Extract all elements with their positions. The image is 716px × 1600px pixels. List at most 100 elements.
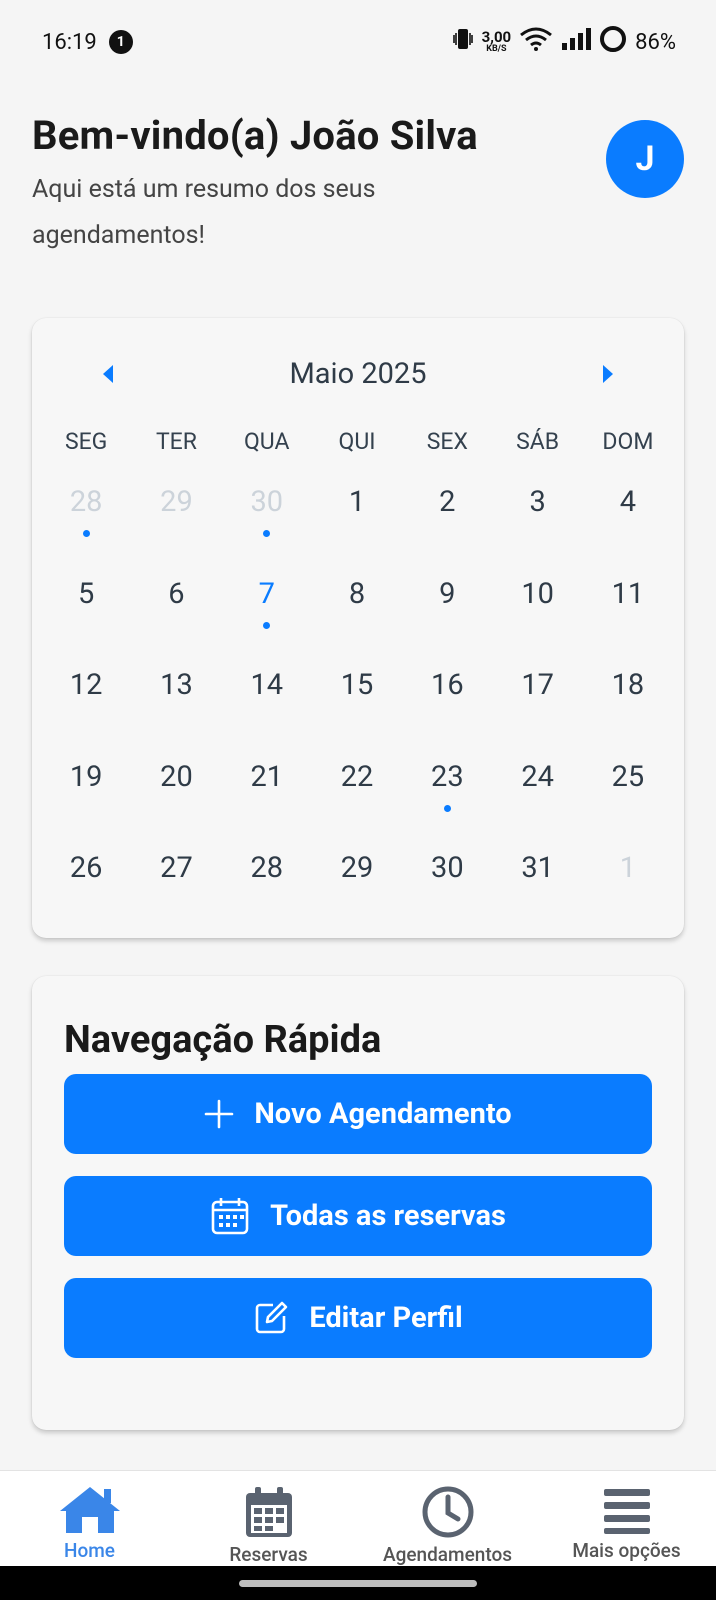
appointment-dot	[263, 621, 271, 629]
calendar-day-number: 17	[521, 668, 554, 702]
edit-profile-label: Editar Perfil	[309, 1301, 463, 1335]
calendar-day[interactable]: 11	[583, 574, 673, 666]
calendar-day[interactable]: 30	[402, 848, 492, 940]
calendar-day-number: 29	[160, 485, 193, 519]
calendar-day[interactable]: 1	[312, 482, 402, 574]
new-appointment-label: Novo Agendamento	[254, 1097, 512, 1131]
calendar-days-grid: 28 29 30 1 2 3 4 5 6 7 8 9 10 11 12 13 14 15 16 17 18 19 20 21 2…	[32, 482, 684, 940]
calendar-day[interactable]: 31	[492, 848, 582, 940]
calendar-day[interactable]: 15	[312, 665, 402, 757]
calendar-day[interactable]: 30	[222, 482, 312, 574]
calendar-day[interactable]: 27	[131, 848, 221, 940]
calendar-day-number: 10	[521, 576, 554, 611]
calendar-day-number: 2	[439, 485, 456, 519]
calendar-day[interactable]: 26	[41, 848, 131, 940]
welcome-title: Bem-vindo(a) João Silva	[32, 112, 478, 159]
calendar-day[interactable]: 7	[222, 574, 312, 666]
nav-item-home[interactable]: Home	[0, 1471, 179, 1566]
menu-icon	[603, 1489, 650, 1534]
home-icon	[59, 1487, 120, 1533]
next-month-button[interactable]	[596, 362, 620, 386]
calendar-day[interactable]: 21	[222, 757, 312, 849]
calendar-day[interactable]: 19	[41, 757, 131, 849]
calendar-day[interactable]: 6	[131, 574, 221, 666]
calendar-day[interactable]: 13	[131, 665, 221, 757]
calendar-day[interactable]: 29	[131, 482, 221, 574]
weekday-row: SEG TER QUA QUI SEX SÁB DOM	[32, 428, 684, 455]
calendar-day-number: 8	[348, 576, 366, 611]
avatar[interactable]: J	[606, 120, 684, 198]
calendar-day[interactable]: 8	[312, 574, 402, 666]
wifi-icon	[519, 27, 553, 57]
calendar-day[interactable]: 16	[402, 665, 492, 757]
edit-profile-button[interactable]: Editar Perfil	[64, 1278, 652, 1358]
calendar-day[interactable]: 25	[583, 757, 673, 849]
calendar-day-number: 24	[521, 759, 554, 794]
calendar-day[interactable]: 28	[222, 848, 312, 940]
calendar-day-number: 4	[619, 485, 637, 519]
calendar-day[interactable]: 10	[492, 574, 582, 666]
calendar-day[interactable]: 2	[402, 482, 492, 574]
calendar-day-number: 12	[69, 668, 103, 702]
edit-icon	[256, 1301, 288, 1334]
weekday-label: QUI	[338, 428, 376, 455]
calendar-day[interactable]: 17	[492, 665, 582, 757]
calendar-day-number: 5	[77, 576, 95, 611]
calendar-day-number: 18	[611, 668, 645, 702]
calendar-day-number: 15	[340, 668, 374, 702]
calendar-day-number: 23	[431, 759, 464, 794]
calendar-day-number: 1	[348, 485, 366, 519]
calendar-day-number: 22	[340, 759, 374, 794]
status-bar: 16:19 1 3,00 KB/S 86%	[0, 0, 716, 84]
nav-item-reservations[interactable]: Reservas	[179, 1471, 358, 1566]
calendar-day[interactable]: 12	[41, 665, 131, 757]
system-gesture-area	[0, 1566, 716, 1600]
nav-item-appointments[interactable]: Agendamentos	[358, 1471, 537, 1566]
calendar-day-number: 9	[439, 576, 456, 611]
weekday-label: DOM	[602, 428, 654, 455]
calendar-day[interactable]: 29	[312, 848, 402, 940]
calendar-day-number: 6	[168, 576, 185, 611]
calendar-day-number: 30	[431, 851, 464, 885]
calendar-day[interactable]: 18	[583, 665, 673, 757]
plus-icon	[205, 1099, 234, 1129]
appointment-dot	[82, 530, 90, 537]
chevron-left-icon	[103, 365, 113, 383]
calendar-day-number: 21	[250, 759, 284, 794]
calendar-day[interactable]: 9	[402, 574, 492, 666]
new-appointment-button[interactable]: Novo Agendamento	[64, 1074, 652, 1154]
calendar-day-number: 3	[529, 485, 546, 519]
network-speed-unit: KB/S	[486, 44, 507, 54]
calendar-day[interactable]: 5	[41, 574, 131, 666]
calendar-day-number: 7	[258, 576, 275, 611]
calendar-day[interactable]: 3	[492, 482, 582, 574]
calendar-day[interactable]: 23	[402, 757, 492, 849]
calendar-day[interactable]: 22	[312, 757, 402, 849]
all-reservations-label: Todas as reservas	[270, 1199, 506, 1233]
calendar-day[interactable]: 20	[131, 757, 221, 849]
chevron-right-icon	[603, 365, 613, 383]
appointment-dot	[443, 804, 451, 812]
calendar-header: Maio 2025	[32, 354, 684, 394]
weekday-label: QUA	[243, 428, 290, 455]
weekday-label: SEG	[64, 428, 108, 455]
calendar-day-number: 11	[611, 576, 645, 611]
quick-navigation-title: Navegação Rápida	[64, 1018, 382, 1062]
calendar-day[interactable]: 4	[583, 482, 673, 574]
nav-label-reservations: Reservas	[229, 1543, 308, 1566]
all-reservations-button[interactable]: Todas as reservas	[64, 1176, 652, 1256]
nav-item-more-options[interactable]: Mais opções	[537, 1471, 716, 1566]
calendar-day[interactable]: 1	[583, 848, 673, 940]
calendar-day-number: 26	[69, 851, 103, 885]
nav-label-more-options: Mais opções	[572, 1539, 681, 1562]
calendar-day[interactable]: 24	[492, 757, 582, 849]
calendar-day[interactable]: 28	[41, 482, 131, 574]
calendar-day[interactable]: 14	[222, 665, 312, 757]
weekday-label: SÁB	[516, 428, 560, 455]
welcome-subtitle: Aqui está um resumo dos seus agendamento…	[32, 175, 376, 250]
nav-label-appointments: Agendamentos	[382, 1543, 513, 1566]
calendar-day-number: 16	[431, 668, 464, 702]
gesture-handle[interactable]	[239, 1580, 477, 1587]
previous-month-button[interactable]	[96, 362, 120, 386]
notification-count-badge: 1	[108, 30, 133, 54]
